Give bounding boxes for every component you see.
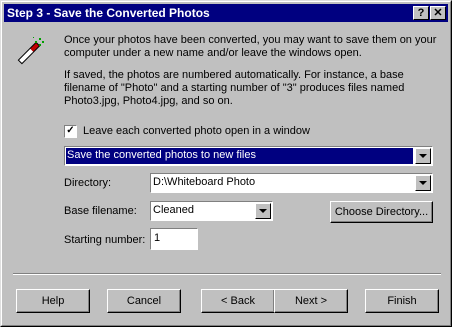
- starting-number-label: Starting number:: [64, 234, 146, 246]
- directory-value: D:\Whiteboard Photo: [153, 176, 256, 188]
- directory-dropdown[interactable]: D:\Whiteboard Photo: [150, 173, 433, 193]
- help-title-button[interactable]: ?: [413, 6, 429, 20]
- base-filename-value: Cleaned: [153, 204, 194, 216]
- intro-text: Once your photos have been converted, yo…: [64, 34, 437, 59]
- leave-open-checkbox-row[interactable]: ✓ Leave each converted photo open in a w…: [64, 124, 310, 138]
- chevron-down-icon[interactable]: [415, 148, 431, 164]
- base-filename-dropdown[interactable]: Cleaned: [150, 201, 273, 221]
- magic-wand-icon: [17, 37, 44, 65]
- choose-directory-button[interactable]: Choose Directory...: [330, 201, 433, 223]
- cancel-button[interactable]: Cancel: [107, 289, 181, 313]
- save-mode-dropdown[interactable]: Save the converted photos to new files: [64, 146, 433, 166]
- leave-open-label: Leave each converted photo open in a win…: [83, 125, 310, 137]
- base-filename-label: Base filename:: [64, 205, 137, 217]
- chevron-down-icon[interactable]: [415, 175, 431, 191]
- title-bar[interactable]: Step 3 - Save the Converted Photos ? ✕: [4, 4, 448, 22]
- directory-label: Directory:: [64, 177, 112, 189]
- help-button[interactable]: Help: [16, 289, 90, 313]
- starting-number-field[interactable]: 1: [150, 228, 198, 250]
- back-button[interactable]: < Back: [201, 289, 275, 313]
- leave-open-checkbox[interactable]: ✓: [64, 124, 77, 138]
- next-button[interactable]: Next >: [274, 289, 348, 313]
- finish-button[interactable]: Finish: [365, 289, 439, 313]
- save-mode-value: Save the converted photos to new files: [66, 148, 413, 164]
- close-title-button[interactable]: ✕: [430, 6, 446, 20]
- wizard-dialog: Step 3 - Save the Converted Photos ? ✕ O…: [0, 0, 452, 327]
- window-title: Step 3 - Save the Converted Photos: [7, 6, 210, 20]
- numbering-note: If saved, the photos are numbered automa…: [64, 69, 405, 107]
- separator: [13, 273, 441, 275]
- starting-number-value: 1: [154, 232, 161, 244]
- chevron-down-icon[interactable]: [255, 203, 271, 219]
